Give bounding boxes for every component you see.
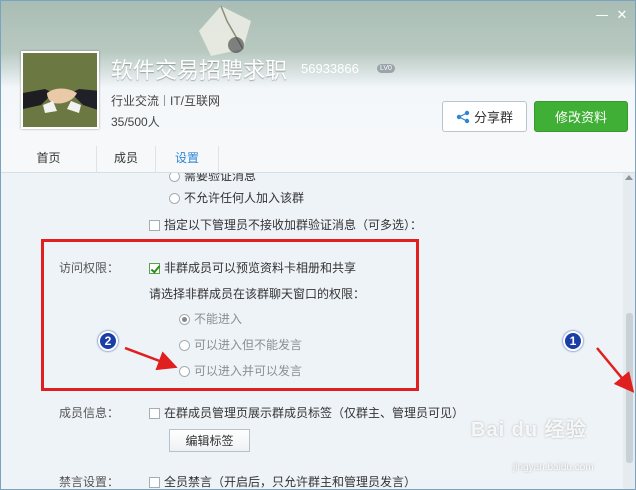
watermark: Bai du 经验 xyxy=(471,419,587,441)
arrow-to-option xyxy=(124,346,178,371)
group-settings-window: — ✕ 软件交易招聘求职 56933866 LV0 行业交流 IT/互联网 35/… xyxy=(0,0,636,490)
arrow-to-scrollbar xyxy=(596,347,635,393)
watermark-url: jingyan.baidu.com xyxy=(513,462,594,473)
